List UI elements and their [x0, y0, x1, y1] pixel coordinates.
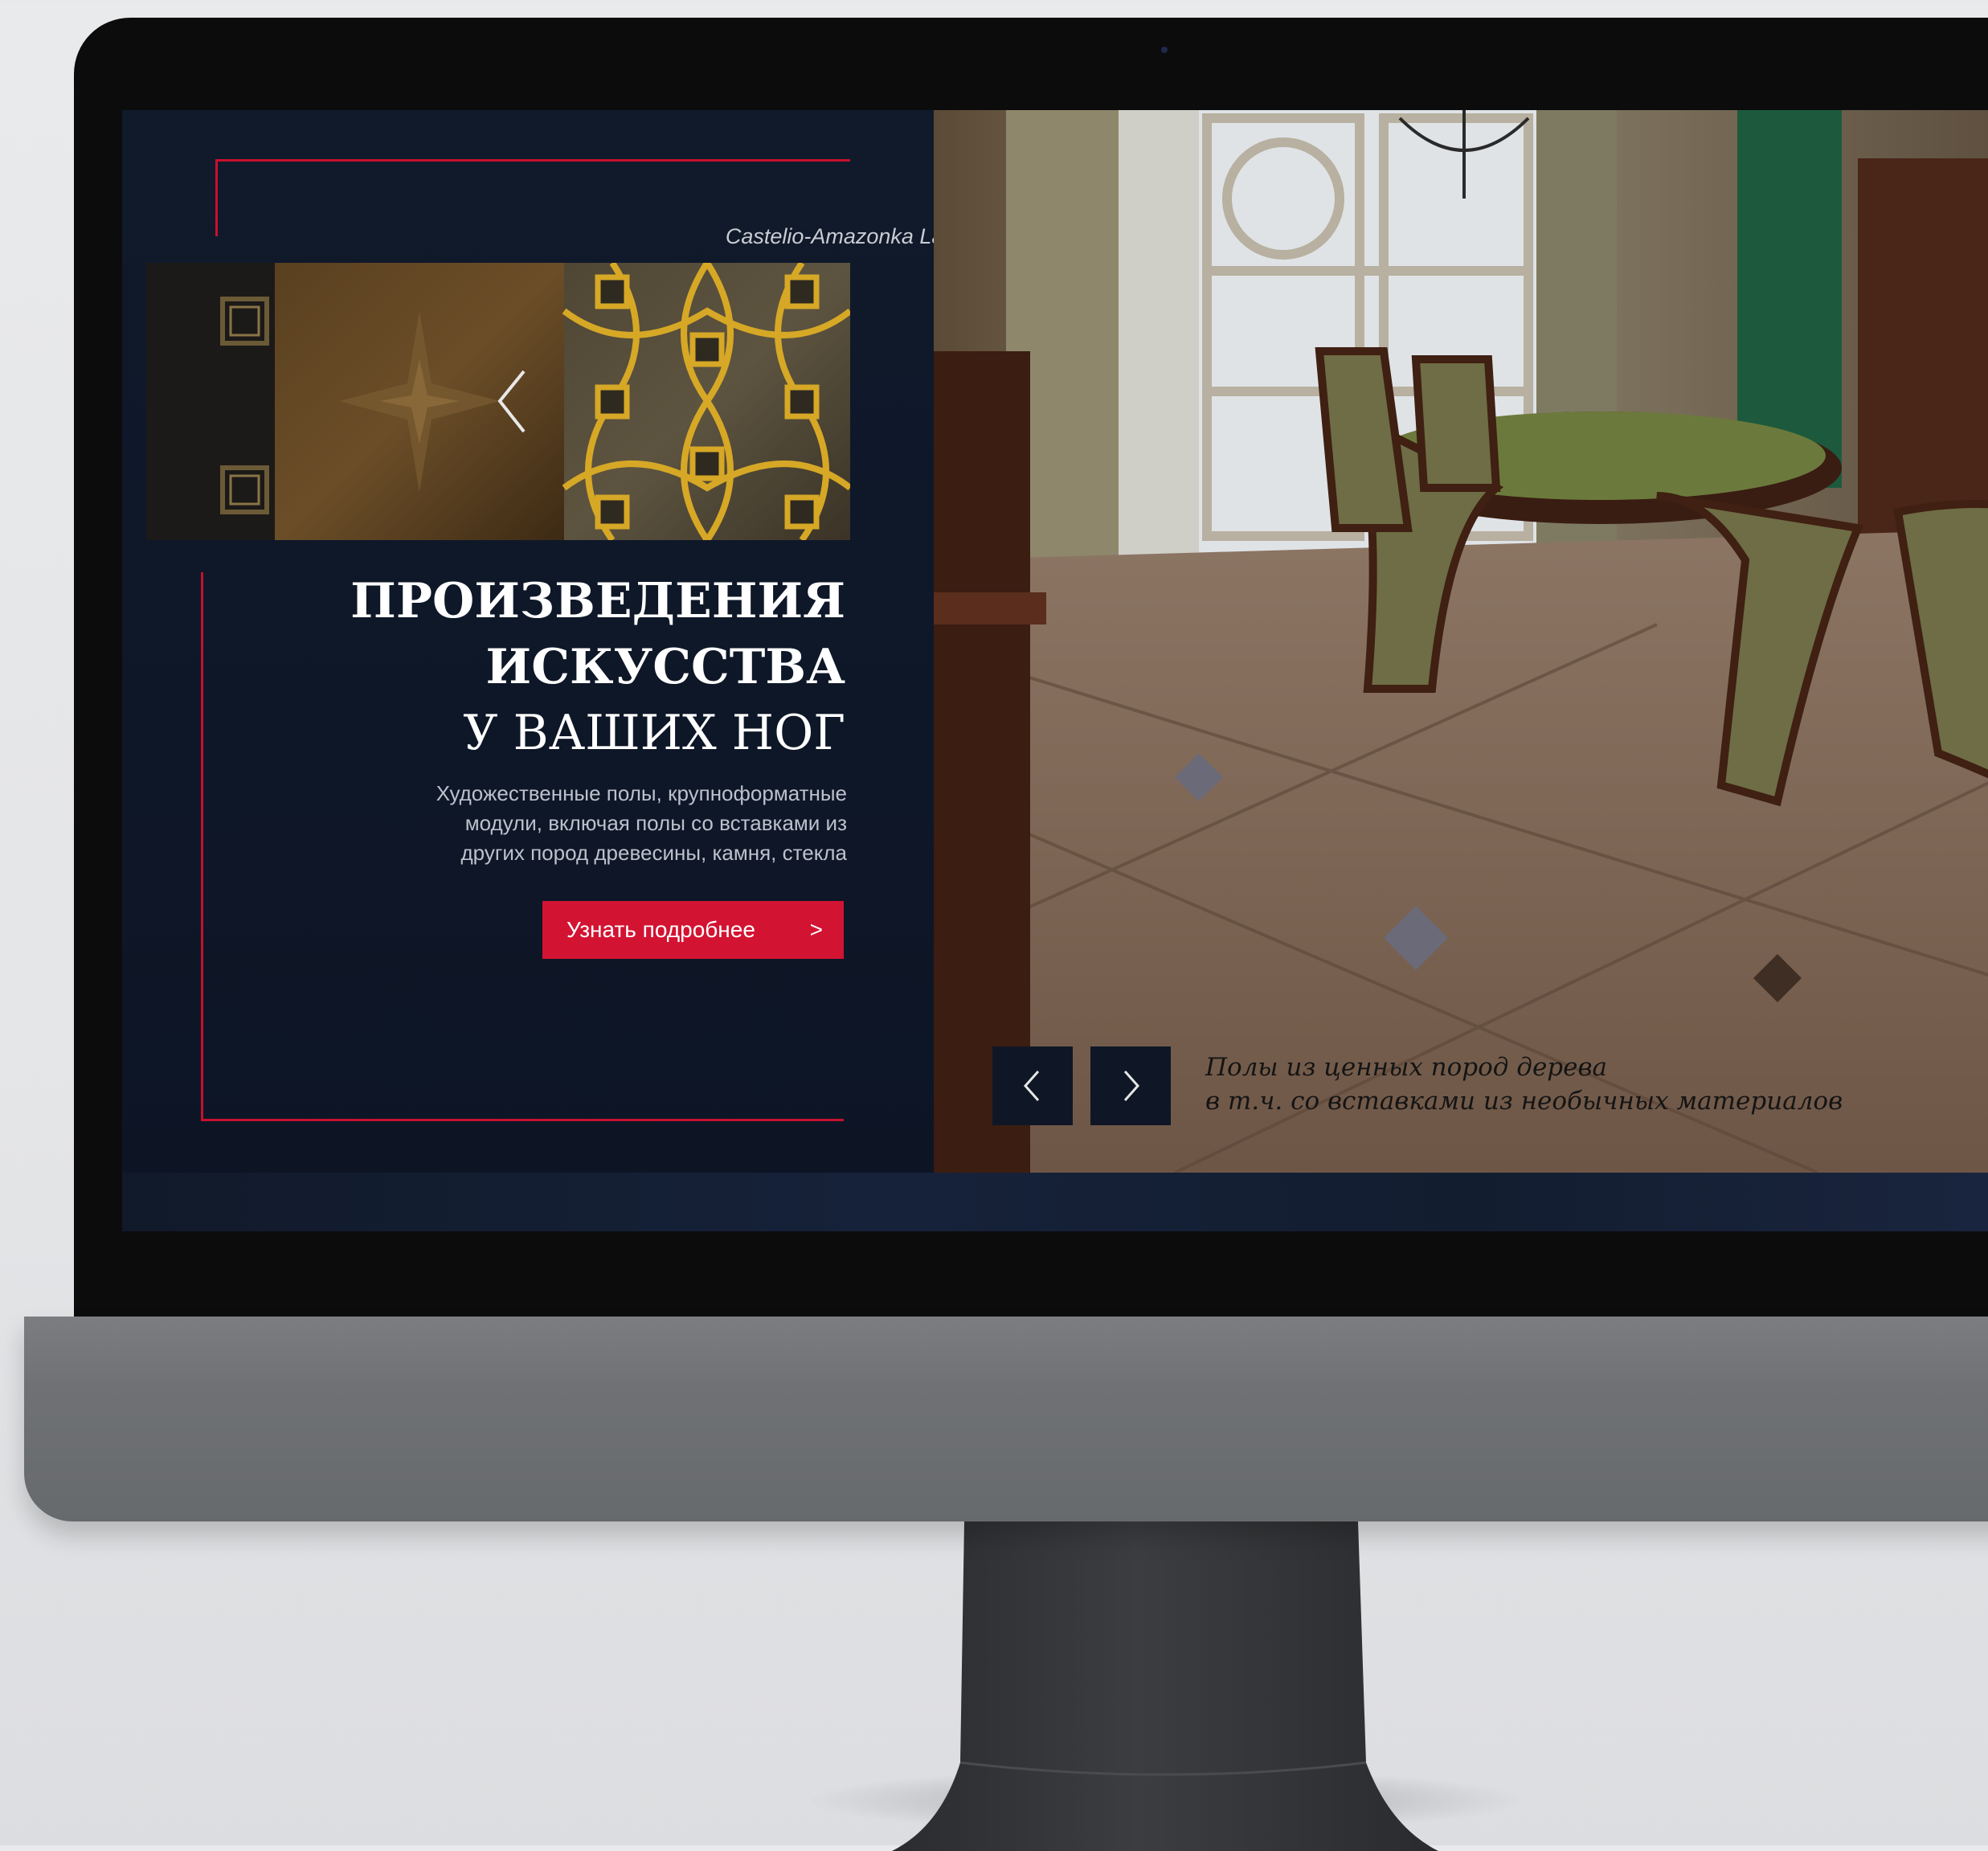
frame-line-bottom	[201, 1119, 844, 1121]
slide-caption: Полы из ценных пород дерева в т.ч. со вс…	[1205, 1050, 1929, 1118]
dining-room-photo	[934, 110, 1988, 1173]
screen: Castelio-Amazonka Latun ПРОИЗВЕДЕНИЯ ИСК…	[122, 110, 1988, 1231]
hero-description: Художественные полы, крупноформатные мод…	[347, 779, 847, 868]
description-line-1: Художественные полы, крупноформатные	[436, 781, 847, 805]
imac-chin	[24, 1317, 1988, 1521]
learn-more-label: Узнать подробнее	[567, 917, 755, 942]
learn-more-button[interactable]: Узнать подробнее >	[542, 901, 844, 959]
screen-bottom-strip	[122, 1173, 1988, 1231]
headline-line-1: ПРОИЗВЕДЕНИЯ	[350, 573, 845, 629]
parquet-tiles-image	[146, 263, 850, 540]
hero-left-panel: Castelio-Amazonka Latun ПРОИЗВЕДЕНИЯ ИСК…	[122, 110, 974, 1173]
slide-caption-line-1: Полы из ценных пород дерева	[1205, 1053, 1608, 1082]
description-line-2: модули, включая полы со вставками из	[464, 811, 847, 835]
camera-icon	[1161, 47, 1168, 53]
slider-next-button[interactable]	[1090, 1046, 1171, 1125]
description-line-3: других пород древесины, камня, стекла	[460, 841, 847, 865]
chevron-right-icon	[1123, 1071, 1140, 1101]
slide-caption-line-2: в т.ч. со вставками из необычных материа…	[1205, 1087, 1843, 1116]
learn-more-arrow-icon: >	[809, 917, 823, 942]
frame-line-top-left	[215, 159, 218, 236]
product-caption: Castelio-Amazonka Latun	[725, 224, 974, 248]
frame-line-left	[201, 572, 203, 1119]
frame-line-top	[215, 159, 850, 162]
slider-prev-button[interactable]	[992, 1046, 1073, 1125]
headline-line-3: У ВАШИХ НОГ	[463, 705, 845, 761]
chevron-left-icon	[1023, 1071, 1040, 1101]
hero-headline: ПРОИЗВЕДЕНИЯ ИСКУССТВА У ВАШИХ НОГ	[283, 568, 845, 766]
headline-line-2: ИСКУССТВА	[485, 639, 845, 695]
imac-stand	[892, 1521, 1438, 1851]
